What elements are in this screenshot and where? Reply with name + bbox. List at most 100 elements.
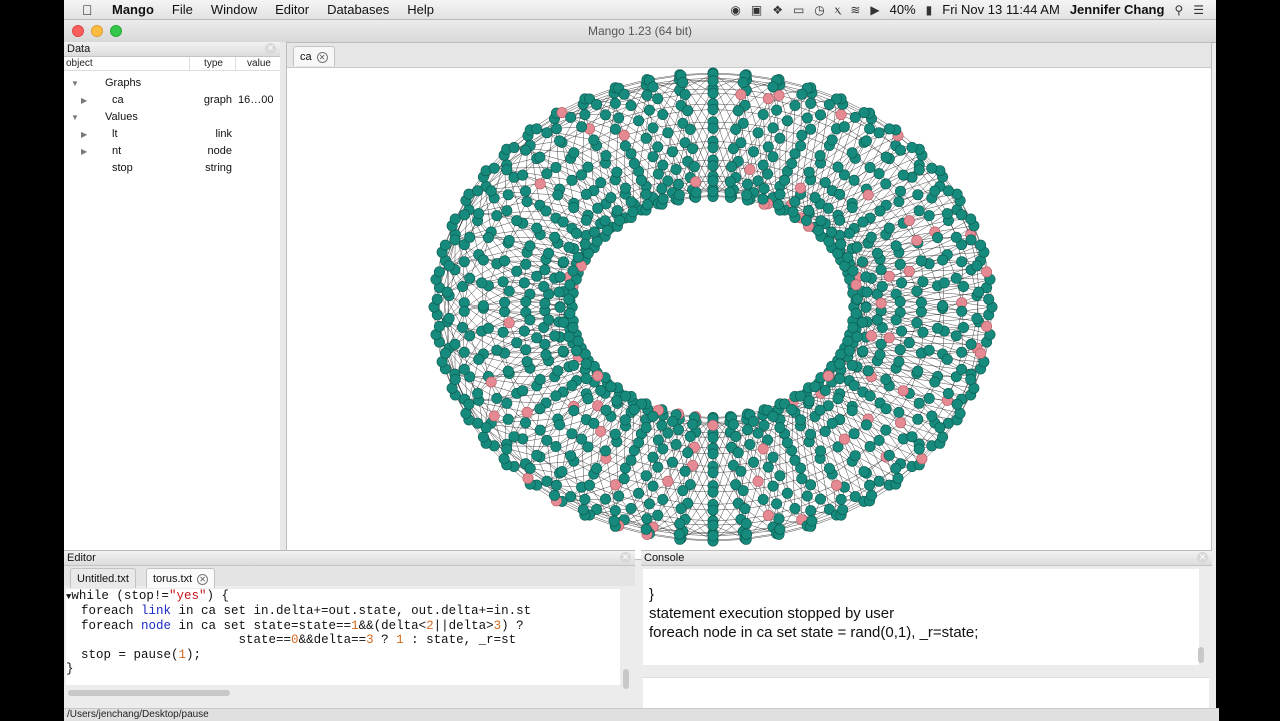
tab-torus[interactable]: torus.txt ✕ <box>146 568 216 588</box>
node-sphere <box>773 513 785 525</box>
node-sphere <box>482 232 494 244</box>
close-icon[interactable]: ✕ <box>265 43 276 54</box>
user-name[interactable]: Jennifer Chang <box>1070 2 1165 17</box>
node-sphere <box>657 493 669 505</box>
editor-vertical-scrollbar[interactable] <box>623 669 629 689</box>
node-sphere <box>856 256 868 268</box>
bluetooth-icon[interactable]: ⲭ <box>835 2 841 17</box>
node-sphere <box>557 345 569 357</box>
disclosure-right-icon[interactable]: ▶ <box>81 92 87 109</box>
code-editor[interactable]: ▼while (stop!="yes") { foreach link in c… <box>66 589 620 685</box>
clock[interactable]: Fri Nov 13 11:44 AM <box>942 2 1060 17</box>
node-sphere <box>707 519 719 531</box>
node-sphere <box>892 472 904 484</box>
tab-untitled[interactable]: Untitled.txt <box>70 568 136 588</box>
node-sphere <box>732 447 744 459</box>
disclosure-right-icon[interactable]: ▶ <box>81 126 87 143</box>
node-sphere <box>890 462 902 474</box>
node-sphere <box>502 365 514 377</box>
node-sphere <box>880 403 892 415</box>
console-vertical-scrollbar[interactable] <box>1198 647 1204 663</box>
node-sphere <box>538 281 550 293</box>
tree-item-ca[interactable]: ▶ ca graph 16…00 <box>64 92 280 109</box>
console-panel-title: Console <box>644 552 685 564</box>
dropbox-icon[interactable]: ❖ <box>772 3 783 17</box>
close-icon[interactable]: ✕ <box>1197 552 1208 563</box>
node-sphere <box>499 255 511 267</box>
menu-help[interactable]: Help <box>407 2 434 17</box>
console-input[interactable] <box>643 677 1209 708</box>
menu-file[interactable]: File <box>172 2 193 17</box>
node-sphere <box>744 438 756 450</box>
disclosure-right-icon[interactable]: ▶ <box>81 143 87 160</box>
battery-percent[interactable]: 40% <box>890 2 916 17</box>
console-output[interactable]: } statement execution stopped by user fo… <box>643 569 1199 665</box>
window-zoom-button[interactable] <box>110 25 122 37</box>
wifi-icon[interactable]: ≋ <box>850 3 860 17</box>
node-sphere <box>803 205 815 217</box>
node-sphere <box>826 134 838 146</box>
menu-editor[interactable]: Editor <box>275 2 309 17</box>
time-machine-icon[interactable]: ◷ <box>814 3 824 17</box>
node-sphere <box>832 161 844 173</box>
menu-window[interactable]: Window <box>211 2 257 17</box>
apple-icon[interactable]:  <box>82 2 98 18</box>
col-type[interactable]: type <box>190 57 236 70</box>
spotlight-search-icon[interactable]: ⚲ <box>1174 3 1183 17</box>
node-sphere <box>762 168 774 180</box>
node-sphere <box>951 398 963 410</box>
close-icon[interactable]: ✕ <box>620 552 631 563</box>
airplay-icon[interactable]: ▭ <box>793 3 804 17</box>
tree-group-graphs[interactable]: ▼ Graphs <box>64 75 280 92</box>
battery-icon[interactable]: ▮ <box>926 3 933 17</box>
node-sphere <box>707 432 719 444</box>
editor-horizontal-scrollbar[interactable] <box>68 690 230 696</box>
node-sphere <box>835 493 847 505</box>
tree-group-values[interactable]: ▼ Values <box>64 109 280 126</box>
close-tab-icon[interactable]: ✕ <box>197 574 209 585</box>
node-sphere <box>789 99 801 111</box>
disclosure-down-icon[interactable]: ▼ <box>71 75 79 92</box>
screenshot-icon[interactable]: ▣ <box>751 3 762 17</box>
tree-item-nt[interactable]: ▶ nt node <box>64 143 280 160</box>
node-sphere <box>786 403 798 415</box>
menu-databases[interactable]: Databases <box>327 2 389 17</box>
node-sphere <box>707 504 719 516</box>
node-sphere <box>588 134 600 146</box>
notification-center-icon[interactable]: ☰ <box>1193 3 1204 17</box>
record-icon[interactable]: ◉ <box>730 3 740 17</box>
col-value[interactable]: value <box>236 57 280 70</box>
volume-icon[interactable]: ▶ <box>870 3 879 17</box>
node-sphere <box>550 162 562 174</box>
node-sphere <box>600 404 612 416</box>
node-sphere-active <box>762 93 774 105</box>
node-sphere <box>741 189 753 201</box>
node-sphere <box>565 111 577 123</box>
node-sphere-active <box>762 509 774 521</box>
node-sphere <box>860 135 872 147</box>
close-tab-icon[interactable]: ✕ <box>316 52 328 63</box>
node-sphere <box>851 241 863 253</box>
col-object[interactable]: object <box>64 57 190 70</box>
tab-ca[interactable]: ca ✕ <box>293 46 335 66</box>
tree-item-stop[interactable]: stop string <box>64 160 280 177</box>
node-sphere <box>482 322 494 334</box>
node-sphere-active <box>609 479 621 491</box>
node-sphere <box>838 121 850 133</box>
window-close-button[interactable] <box>72 25 84 37</box>
node-sphere <box>906 431 918 443</box>
node-sphere <box>822 202 834 214</box>
node-sphere <box>724 176 736 188</box>
node-sphere <box>883 123 895 135</box>
disclosure-down-icon[interactable]: ▼ <box>71 109 79 126</box>
torus-graph-canvas[interactable] <box>287 67 1211 559</box>
node-sphere <box>643 498 655 510</box>
tree-item-lt[interactable]: ▶ lt link <box>64 126 280 143</box>
node-sphere <box>757 108 769 120</box>
node-sphere <box>894 185 906 197</box>
menu-app-name[interactable]: Mango <box>112 2 154 17</box>
node-sphere <box>635 174 647 186</box>
window-minimize-button[interactable] <box>91 25 103 37</box>
node-sphere <box>677 77 689 88</box>
node-sphere <box>862 365 874 377</box>
